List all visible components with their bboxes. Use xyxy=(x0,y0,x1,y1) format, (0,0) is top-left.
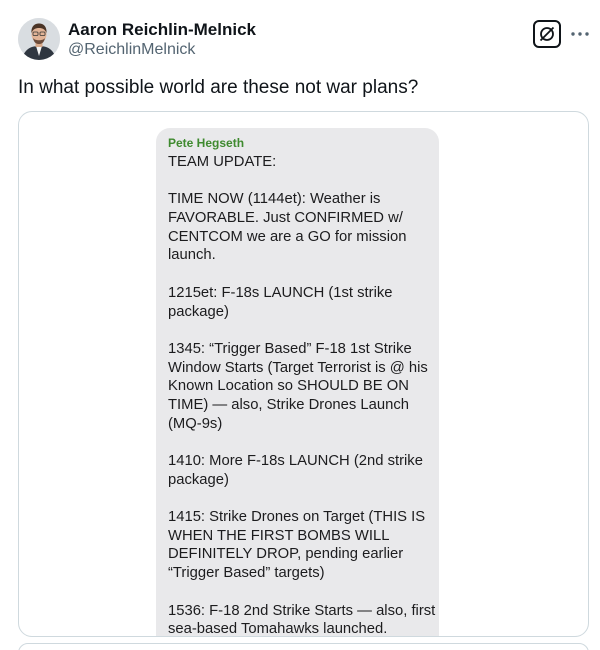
grok-button[interactable] xyxy=(533,20,561,48)
author-handle[interactable]: @ReichlinMelnick xyxy=(68,41,195,59)
message-line: CENTCOM we are a GO for mission xyxy=(168,228,407,245)
message-line: 1536: F-18 2nd Strike Starts — also, fir… xyxy=(168,602,436,619)
message-line: TIME NOW (1144et): Weather is xyxy=(168,191,381,208)
message-sender: Pete Hegseth xyxy=(168,136,245,150)
grok-icon xyxy=(539,26,555,42)
message-line xyxy=(168,433,429,452)
message-line xyxy=(168,489,429,508)
message-line: “Trigger Based” targets) xyxy=(168,565,325,582)
message-line: (MQ-9s) xyxy=(168,415,223,432)
message-line: WHEN THE FIRST BOMBS WILL xyxy=(168,527,390,544)
message-line: package) xyxy=(168,471,229,488)
profile-photo xyxy=(18,18,60,60)
message-line: 1410: More F-18s LAUNCH (2nd strike xyxy=(168,453,423,469)
message-body: TEAM UPDATE: TIME NOW (1144et): Weather i… xyxy=(168,153,436,637)
next-media-card[interactable] xyxy=(18,643,589,650)
message-line xyxy=(168,321,429,340)
message-line: sea-based Tomahawks launched. xyxy=(168,621,388,637)
message-line xyxy=(168,265,429,284)
message-line: 1415: Strike Drones on Target (THIS IS xyxy=(168,509,426,526)
avatar[interactable] xyxy=(18,18,60,60)
message-line: 1345: “Trigger Based” F-18 1st Strike xyxy=(168,340,412,357)
more-horizontal-icon xyxy=(571,32,589,36)
message-line xyxy=(168,172,429,191)
tweet-header: Aaron Reichlin-Melnick @ReichlinMelnick xyxy=(0,0,600,70)
message-line: TIME) — also, Strike Drones Launch xyxy=(168,396,409,413)
message-line: TEAM UPDATE: xyxy=(168,154,277,170)
author-name[interactable]: Aaron Reichlin-Melnick xyxy=(68,20,256,40)
message-line: Known Location so SHOULD BE ON xyxy=(168,378,409,395)
message-line: 1215et: F-18s LAUNCH (1st strike xyxy=(168,284,393,301)
message-line: FAVORABLE. Just CONFIRMED w/ xyxy=(168,210,403,227)
message-bubble: Pete Hegseth TEAM UPDATE: TIME NOW (1144e… xyxy=(156,128,439,637)
tweet-media-image[interactable]: Pete Hegseth TEAM UPDATE: TIME NOW (1144e… xyxy=(18,111,589,637)
message-line xyxy=(168,583,429,602)
message-line: package) xyxy=(168,303,229,320)
message-line: Window Starts (Target Terrorist is @ his xyxy=(168,359,428,376)
message-line: DEFINITELY DROP, pending earlier xyxy=(168,546,404,563)
message-line: launch. xyxy=(168,247,216,264)
tweet-text: In what possible world are these not war… xyxy=(18,77,419,98)
more-options-button[interactable] xyxy=(568,22,592,46)
